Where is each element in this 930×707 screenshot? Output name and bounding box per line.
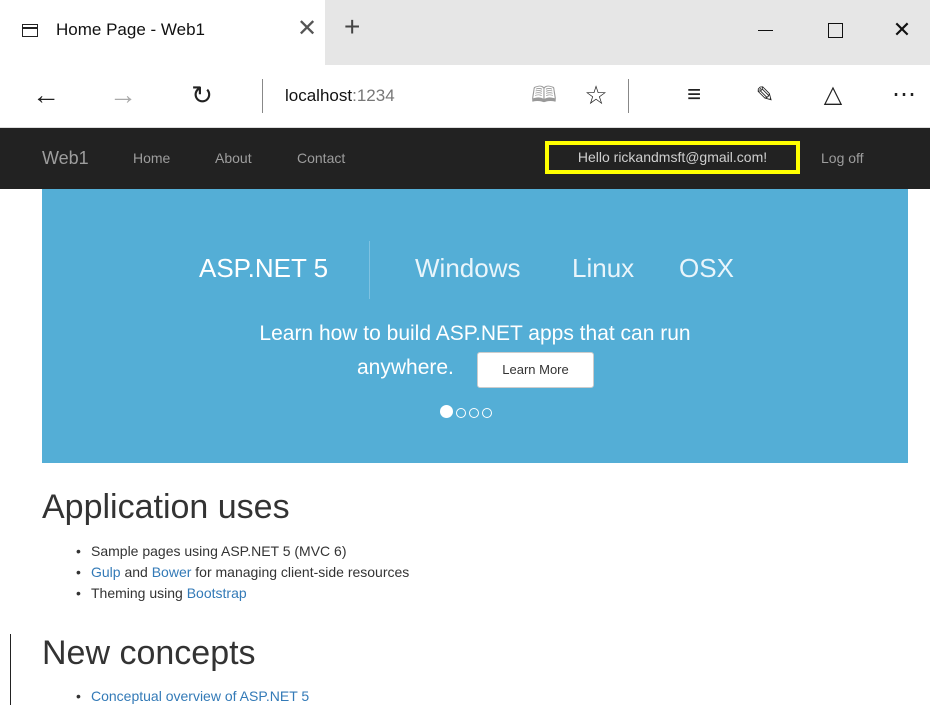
back-arrow-icon[interactable]: ← [26, 77, 66, 113]
hello-user-link[interactable]: Hello rickandmsft@gmail.com! [545, 141, 800, 174]
carousel-indicator-2[interactable] [456, 408, 466, 418]
forward-arrow-icon[interactable]: → [103, 77, 143, 113]
more-icon[interactable]: ⋯ [884, 77, 924, 113]
site-navbar: Web1 Home About Contact Hello rickandmsf… [0, 128, 930, 189]
toolbar-divider [262, 79, 263, 113]
item-text: Theming using [91, 585, 187, 601]
nav-about-link[interactable]: About [215, 150, 252, 166]
nav-contact-link[interactable]: Contact [297, 150, 345, 166]
carousel-indicator-1[interactable] [440, 405, 453, 418]
reading-view-icon[interactable]: 🕮 [526, 77, 562, 113]
nav-home-link[interactable]: Home [133, 150, 170, 166]
carousel-indicators [440, 405, 495, 419]
close-icon[interactable]: ✕ [879, 10, 925, 50]
hero-carousel: ASP.NET 5 Windows Linux OSX Learn how to… [42, 189, 908, 463]
application-uses-list: Sample pages using ASP.NET 5 (MVC 6) Gul… [76, 541, 409, 604]
hub-icon[interactable]: ≡ [676, 77, 712, 113]
learn-more-button[interactable]: Learn More [477, 352, 594, 388]
carousel-indicator-4[interactable] [482, 408, 492, 418]
new-concepts-heading: New concepts [42, 634, 256, 672]
browser-toolbar: ← → ↻ localhost:1234 🕮 ☆ ≡ ✎ △ ⋯ [0, 65, 930, 128]
bower-link[interactable]: Bower [152, 564, 192, 580]
web-note-icon[interactable]: ✎ [747, 77, 783, 113]
item-text: and [120, 564, 152, 580]
item-text: Sample pages using ASP.NET 5 (MVC 6) [91, 543, 347, 559]
maximize-icon[interactable] [812, 10, 858, 50]
browser-tab-strip: Home Page - Web1 ✕ + ✕ [0, 0, 930, 65]
window-left-edge [10, 634, 11, 705]
conceptual-overview-link[interactable]: Conceptual overview of ASP.NET 5 [91, 688, 309, 704]
url-port: :1234 [352, 86, 395, 105]
site-brand[interactable]: Web1 [42, 148, 89, 169]
item-text: for managing client-side resources [191, 564, 410, 580]
share-icon[interactable]: △ [815, 77, 851, 113]
list-item: Conceptual overview of ASP.NET 5 [76, 686, 309, 707]
logoff-link[interactable]: Log off [821, 150, 864, 166]
carousel-caption-line1: Learn how to build ASP.NET apps that can… [259, 322, 691, 345]
minimize-icon[interactable] [742, 10, 788, 50]
tab-close-icon[interactable]: ✕ [297, 14, 317, 44]
tab-title: Home Page - Web1 [56, 20, 205, 39]
browser-tab[interactable]: Home Page - Web1 ✕ [0, 0, 325, 65]
new-concepts-list: Conceptual overview of ASP.NET 5 [76, 686, 309, 707]
list-item: Gulp and Bower for managing client-side … [76, 562, 409, 583]
tab-page-icon [22, 24, 38, 37]
refresh-icon[interactable]: ↻ [184, 77, 220, 113]
application-uses-heading: Application uses [42, 488, 290, 526]
bootstrap-link[interactable]: Bootstrap [187, 585, 247, 601]
list-item: Sample pages using ASP.NET 5 (MVC 6) [76, 541, 409, 562]
toolbar-divider [628, 79, 629, 113]
new-tab-icon[interactable]: + [344, 12, 360, 42]
list-item: Theming using Bootstrap [76, 583, 409, 604]
carousel-caption-line2: anywhere. [357, 356, 454, 379]
carousel-indicator-3[interactable] [469, 408, 479, 418]
carousel-divider [369, 241, 370, 299]
address-bar[interactable]: localhost:1234 [285, 86, 395, 106]
platform-osx: OSX [679, 253, 734, 283]
gulp-link[interactable]: Gulp [91, 564, 121, 580]
url-host: localhost [285, 86, 353, 105]
carousel-logo: ASP.NET 5 [199, 253, 329, 283]
platform-linux: Linux [572, 253, 635, 283]
favorite-star-icon[interactable]: ☆ [578, 77, 614, 113]
platform-windows: Windows [415, 253, 521, 283]
